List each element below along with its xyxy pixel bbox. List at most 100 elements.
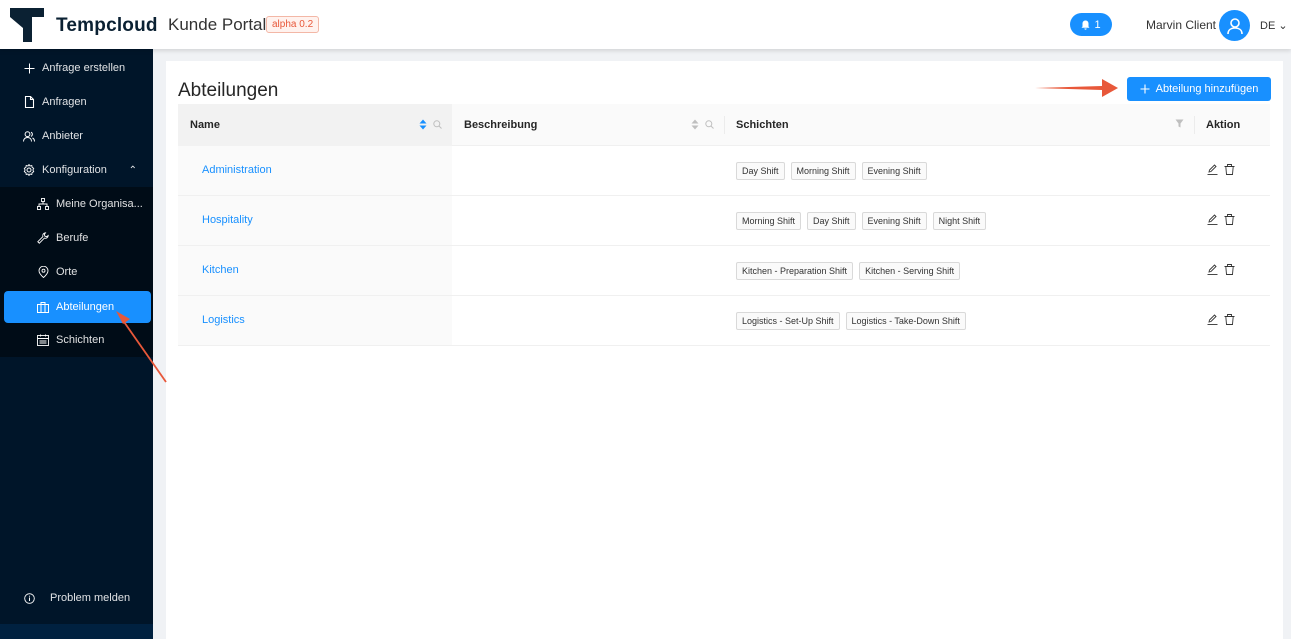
sort-icon[interactable]: [419, 119, 427, 130]
row-actions: [1207, 314, 1235, 325]
sidebar-item-label: Schichten: [56, 334, 105, 346]
column-header-beschreibung[interactable]: Beschreibung: [452, 104, 724, 146]
sidebar-item-label: Meine Organisa...: [56, 198, 143, 210]
add-department-button[interactable]: Abteilung hinzufügen: [1127, 77, 1271, 101]
delete-icon[interactable]: [1224, 264, 1235, 275]
user-name[interactable]: Marvin Client: [1146, 18, 1216, 32]
plus-icon: [1140, 84, 1150, 94]
table-header: Name Beschreibung Schichten Aktion: [178, 104, 1270, 146]
delete-icon[interactable]: [1224, 214, 1235, 225]
table-row: Kitchen Kitchen - Preparation Shift Kitc…: [178, 246, 1270, 296]
sidebar-item-label: Anfrage erstellen: [42, 62, 126, 74]
plus-icon: [22, 61, 36, 75]
edit-icon[interactable]: [1207, 264, 1218, 275]
language-selector[interactable]: DE ⌄: [1260, 19, 1288, 32]
column-label: Aktion: [1206, 119, 1241, 131]
sidebar-item-anbieter[interactable]: Anbieter: [0, 119, 153, 153]
version-badge: alpha 0.2: [266, 16, 320, 33]
konfiguration-submenu: Meine Organisa... Berufe Orte Abteilunge…: [0, 187, 153, 357]
column-label: Name: [190, 119, 220, 131]
info-icon: [22, 591, 36, 605]
add-department-label: Abteilung hinzufügen: [1155, 83, 1259, 95]
column-header-schichten[interactable]: Schichten: [724, 104, 1194, 146]
shift-tag: Day Shift: [736, 162, 785, 180]
notification-count: 1: [1094, 18, 1101, 31]
sidebar-item-schichten[interactable]: Schichten: [0, 323, 153, 357]
shift-tag: Night Shift: [932, 212, 987, 230]
sidebar-item-label: Problem melden: [50, 592, 131, 604]
tempcloud-logo-icon[interactable]: [10, 8, 44, 42]
delete-icon[interactable]: [1224, 314, 1235, 325]
row-actions: [1207, 264, 1235, 275]
shift-tag: Evening Shift: [861, 212, 927, 230]
sidebar-item-anfragen[interactable]: Anfragen: [0, 85, 153, 119]
location-icon: [36, 265, 50, 279]
top-header: Tempcloud Kunde Portal alpha 0.2 1 Marvi…: [0, 0, 1291, 49]
shift-tag: Morning Shift: [790, 162, 856, 180]
language-label: DE: [1260, 20, 1276, 32]
shift-tags: Kitchen - Preparation Shift Kitchen - Se…: [736, 262, 961, 280]
shift-tag: Morning Shift: [736, 212, 802, 230]
shift-tags: Morning Shift Day Shift Evening Shift Ni…: [736, 212, 987, 230]
chevron-down-icon: ⌄: [1278, 20, 1288, 32]
shift-tag: Logistics - Set-Up Shift: [736, 312, 840, 330]
sort-icon[interactable]: [691, 119, 699, 130]
column-header-aktion: Aktion: [1194, 104, 1270, 146]
search-icon[interactable]: [433, 120, 442, 129]
brand-name: Tempcloud: [56, 15, 158, 36]
table-row: Logistics Logistics - Set-Up Shift Logis…: [178, 296, 1270, 346]
shift-tag: Evening Shift: [861, 162, 927, 180]
sidebar-item-label: Abteilungen: [56, 301, 115, 313]
column-label: Beschreibung: [464, 119, 538, 131]
portal-name: Kunde Portal: [168, 15, 267, 34]
edit-icon[interactable]: [1207, 164, 1218, 175]
row-actions: [1207, 214, 1235, 225]
sidebar-item-abteilungen[interactable]: Abteilungen: [4, 291, 151, 323]
notification-button[interactable]: 1: [1070, 13, 1112, 36]
bell-icon: [1081, 20, 1090, 30]
sidebar-item-meine-organisation[interactable]: Meine Organisa...: [0, 187, 153, 221]
table-row: Hospitality Morning Shift Day Shift Even…: [178, 196, 1270, 246]
sidebar-item-berufe[interactable]: Berufe: [0, 221, 153, 255]
department-name-link[interactable]: Administration: [202, 164, 272, 176]
sidebar-item-orte[interactable]: Orte: [0, 255, 153, 289]
tool-icon: [36, 231, 50, 245]
column-header-name[interactable]: Name: [178, 104, 452, 146]
sidebar-item-problem-melden[interactable]: Problem melden: [0, 581, 153, 615]
sidebar-item-label: Konfiguration: [42, 164, 107, 176]
sidebar-collapse-bar[interactable]: [0, 624, 153, 639]
search-icon[interactable]: [705, 120, 714, 129]
document-icon: [22, 95, 36, 109]
shift-tag: Logistics - Take-Down Shift: [845, 312, 966, 330]
edit-icon[interactable]: [1207, 314, 1218, 325]
avatar[interactable]: [1219, 10, 1250, 41]
column-label: Schichten: [736, 119, 789, 131]
shift-tag: Kitchen - Preparation Shift: [736, 262, 854, 280]
table-row: Administration Day Shift Morning Shift E…: [178, 146, 1270, 196]
department-name-link[interactable]: Logistics: [202, 314, 245, 326]
sidebar-item-konfiguration[interactable]: Konfiguration ⌃: [0, 153, 153, 187]
briefcase-icon: [36, 300, 50, 314]
org-icon: [36, 197, 50, 211]
sidebar-item-label: Orte: [56, 266, 78, 278]
calendar-icon: [36, 333, 50, 347]
shift-tags: Logistics - Set-Up Shift Logistics - Tak…: [736, 312, 966, 330]
users-icon: [22, 129, 36, 143]
edit-icon[interactable]: [1207, 214, 1218, 225]
sidebar-item-label: Berufe: [56, 232, 89, 244]
shift-tags: Day Shift Morning Shift Evening Shift: [736, 162, 927, 180]
sidebar-item-label: Anfragen: [42, 96, 87, 108]
user-icon: [1226, 17, 1243, 34]
sidebar-item-anfrage-erstellen[interactable]: Anfrage erstellen: [0, 51, 153, 85]
department-name-link[interactable]: Kitchen: [202, 264, 239, 276]
shift-tag: Day Shift: [807, 212, 856, 230]
gear-icon: [22, 163, 36, 177]
shift-tag: Kitchen - Serving Shift: [859, 262, 961, 280]
sidebar-item-label: Anbieter: [42, 130, 83, 142]
department-name-link[interactable]: Hospitality: [202, 214, 253, 226]
filter-icon[interactable]: [1175, 119, 1184, 128]
row-actions: [1207, 164, 1235, 175]
sidebar: Anfrage erstellen Anfragen Anbieter Konf…: [0, 49, 153, 639]
page-title: Abteilungen: [178, 80, 279, 101]
delete-icon[interactable]: [1224, 164, 1235, 175]
